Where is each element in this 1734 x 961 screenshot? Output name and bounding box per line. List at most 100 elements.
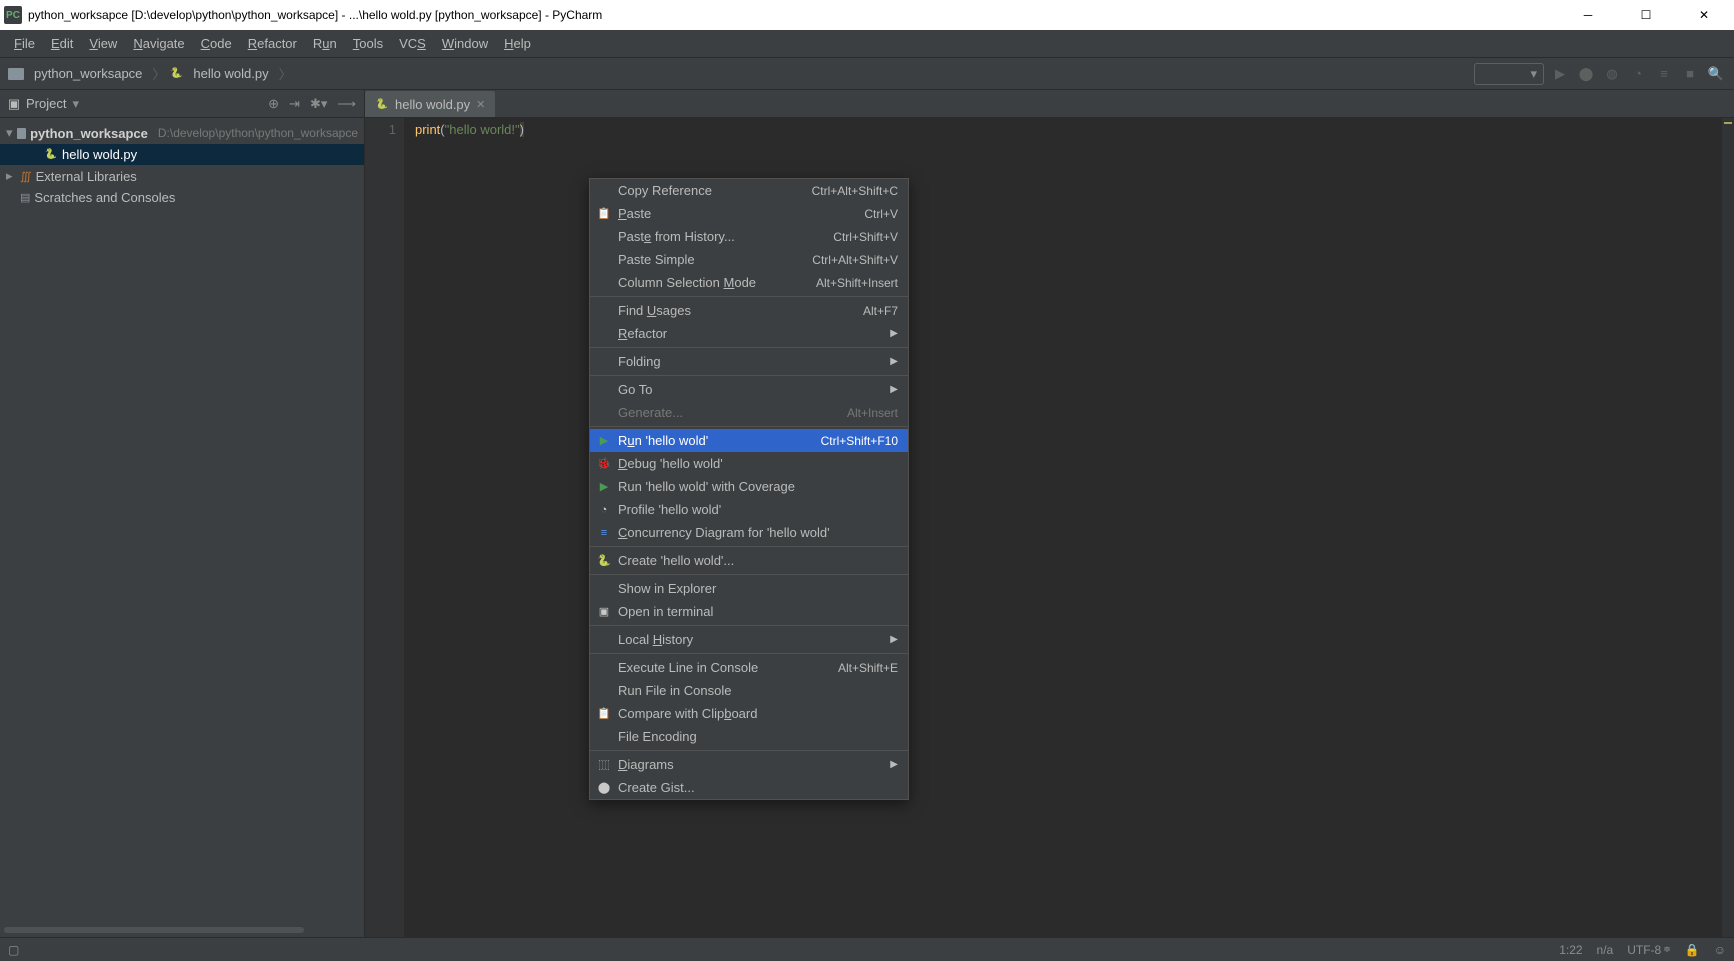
- menu-refactor[interactable]: Refactor: [240, 33, 305, 54]
- menu-help[interactable]: Help: [496, 33, 539, 54]
- context-menu-item[interactable]: Go To▶: [590, 378, 908, 401]
- status-bar: ▢ 1:22 n/a UTF-8≑ 🔒 ☺: [0, 937, 1734, 961]
- context-menu-separator: [590, 375, 908, 376]
- run-icon[interactable]: ▶: [1550, 64, 1570, 84]
- tree-scratches[interactable]: ▤ Scratches and Consoles: [0, 187, 364, 208]
- minimize-button[interactable]: ─: [1570, 1, 1606, 29]
- close-tab-icon[interactable]: ✕: [476, 98, 485, 111]
- folder-icon: [8, 68, 24, 80]
- stop-icon[interactable]: ■: [1680, 64, 1700, 84]
- menu-tools[interactable]: Tools: [345, 33, 391, 54]
- context-menu-item[interactable]: ⬤Create Gist...: [590, 776, 908, 799]
- run-config-dropdown[interactable]: ▾: [1474, 63, 1544, 85]
- context-menu-item[interactable]: File Encoding: [590, 725, 908, 748]
- coverage-icon[interactable]: ◍: [1602, 64, 1622, 84]
- tree-external-libs-label: External Libraries: [36, 169, 137, 184]
- collapse-all-icon[interactable]: ⇥: [289, 96, 300, 112]
- debug-icon[interactable]: ⬤: [1576, 64, 1596, 84]
- context-menu-item[interactable]: Run File in Console: [590, 679, 908, 702]
- context-menu-item[interactable]: 🐍Create 'hello wold'...: [590, 549, 908, 572]
- submenu-arrow-icon: ▶: [890, 356, 898, 367]
- conc-icon: ≡: [596, 525, 612, 541]
- locate-icon[interactable]: ⊕: [268, 96, 279, 112]
- context-menu-item[interactable]: Local History▶: [590, 628, 908, 651]
- menu-run[interactable]: Run: [305, 33, 345, 54]
- context-menu-item[interactable]: Show in Explorer: [590, 577, 908, 600]
- project-title[interactable]: Project: [26, 96, 66, 111]
- line-separator[interactable]: n/a: [1597, 943, 1614, 957]
- context-menu-item[interactable]: 📋PasteCtrl+V: [590, 202, 908, 225]
- scratches-icon: ▤: [20, 191, 30, 204]
- tree-external-libs[interactable]: ▸ ∭ External Libraries: [0, 165, 364, 187]
- tree-file-selected[interactable]: 🐍 hello wold.py: [0, 144, 364, 165]
- menu-file[interactable]: File: [6, 33, 43, 54]
- context-menu-item[interactable]: Folding▶: [590, 350, 908, 373]
- menu-edit[interactable]: Edit: [43, 33, 81, 54]
- context-menu-item[interactable]: Paste SimpleCtrl+Alt+Shift+V: [590, 248, 908, 271]
- context-menu-shortcut: Ctrl+Shift+F10: [821, 434, 898, 448]
- settings-icon[interactable]: ✱▾: [310, 96, 327, 112]
- expand-arrow-icon[interactable]: ▸: [6, 168, 16, 184]
- context-menu-item[interactable]: ▶Run 'hello wold'Ctrl+Shift+F10: [590, 429, 908, 452]
- editor-tab[interactable]: 🐍 hello wold.py ✕: [365, 91, 495, 117]
- dropdown-icon[interactable]: ▾: [72, 96, 79, 112]
- context-menu-separator: [590, 574, 908, 575]
- menu-code[interactable]: Code: [193, 33, 240, 54]
- close-button[interactable]: ✕: [1686, 1, 1722, 29]
- menu-view[interactable]: View: [81, 33, 125, 54]
- breadcrumb-root[interactable]: python_worksapce: [28, 63, 148, 84]
- tool-window-quick-access-icon[interactable]: ▢: [8, 943, 19, 957]
- navigation-bar: python_worksapce 〉 🐍 hello wold.py 〉 ▾ ▶…: [0, 58, 1734, 90]
- menu-navigate[interactable]: Navigate: [125, 33, 192, 54]
- inspections-icon[interactable]: ☺: [1714, 943, 1726, 957]
- app-icon: PC: [4, 6, 22, 24]
- context-menu-item[interactable]: Refactor▶: [590, 322, 908, 345]
- search-icon[interactable]: 🔍: [1706, 64, 1726, 84]
- context-menu-item-label: Compare with Clipboard: [618, 706, 757, 721]
- file-encoding[interactable]: UTF-8≑: [1627, 943, 1671, 957]
- context-menu-item[interactable]: ≡Concurrency Diagram for 'hello wold': [590, 521, 908, 544]
- project-tree: ▾ python_worksapce D:\develop\python\pyt…: [0, 118, 364, 212]
- context-menu-item-label: Run File in Console: [618, 683, 731, 698]
- readonly-lock-icon[interactable]: 🔒: [1685, 943, 1700, 957]
- submenu-arrow-icon: ▶: [890, 759, 898, 770]
- profile-icon[interactable]: ◔: [1628, 64, 1648, 84]
- cursor-position[interactable]: 1:22: [1559, 943, 1582, 957]
- context-menu-item[interactable]: 📋 Compare with Clipboard: [590, 702, 908, 725]
- gist-icon: ⬤: [596, 780, 612, 796]
- context-menu-separator: [590, 546, 908, 547]
- context-menu-item[interactable]: ▶Run 'hello wold' with Coverage: [590, 475, 908, 498]
- concurrency-icon[interactable]: ≡: [1654, 64, 1674, 84]
- maximize-button[interactable]: ☐: [1628, 1, 1664, 29]
- context-menu-item[interactable]: Paste from History...Ctrl+Shift+V: [590, 225, 908, 248]
- paste-icon: 📋: [596, 706, 612, 722]
- project-tool-window: ▣ Project ▾ ⊕ ⇥ ✱▾ ⟶ ▾ python_worksapce …: [0, 90, 365, 937]
- menu-vcs[interactable]: VCS: [391, 33, 434, 54]
- submenu-arrow-icon: ▶: [890, 328, 898, 339]
- context-menu-item-label: Open in terminal: [618, 604, 713, 619]
- context-menu-item[interactable]: Find UsagesAlt+F7: [590, 299, 908, 322]
- context-menu-item-label: Find Usages: [618, 303, 691, 318]
- context-menu-separator: [590, 625, 908, 626]
- expand-arrow-icon[interactable]: ▾: [6, 125, 13, 141]
- context-menu-item[interactable]: 🐞Debug 'hello wold': [590, 452, 908, 475]
- context-menu-item[interactable]: Copy ReferenceCtrl+Alt+Shift+C: [590, 179, 908, 202]
- cov-icon: ▶: [596, 479, 612, 495]
- context-menu-item[interactable]: ▣Open in terminal: [590, 600, 908, 623]
- collapse-icon[interactable]: ▣: [8, 98, 20, 110]
- context-menu-item-label: Create 'hello wold'...: [618, 553, 734, 568]
- menu-window[interactable]: Window: [434, 33, 496, 54]
- warning-marker[interactable]: [1724, 122, 1732, 124]
- context-menu-item[interactable]: Execute Line in ConsoleAlt+Shift+E: [590, 656, 908, 679]
- tree-root[interactable]: ▾ python_worksapce D:\develop\python\pyt…: [0, 122, 364, 144]
- context-menu-item[interactable]: ⿲Diagrams▶: [590, 753, 908, 776]
- breadcrumb-file[interactable]: hello wold.py: [187, 63, 274, 84]
- editor-marker-bar: [1722, 118, 1734, 937]
- tree-root-name: python_worksapce: [30, 126, 148, 141]
- context-menu-item[interactable]: ◔Profile 'hello wold': [590, 498, 908, 521]
- code-string: "hello world!": [445, 122, 520, 137]
- editor-tab-bar: 🐍 hello wold.py ✕: [365, 90, 1734, 118]
- hide-icon[interactable]: ⟶: [337, 96, 356, 112]
- context-menu-item[interactable]: Column Selection ModeAlt+Shift+Insert: [590, 271, 908, 294]
- horizontal-scrollbar[interactable]: [4, 927, 304, 933]
